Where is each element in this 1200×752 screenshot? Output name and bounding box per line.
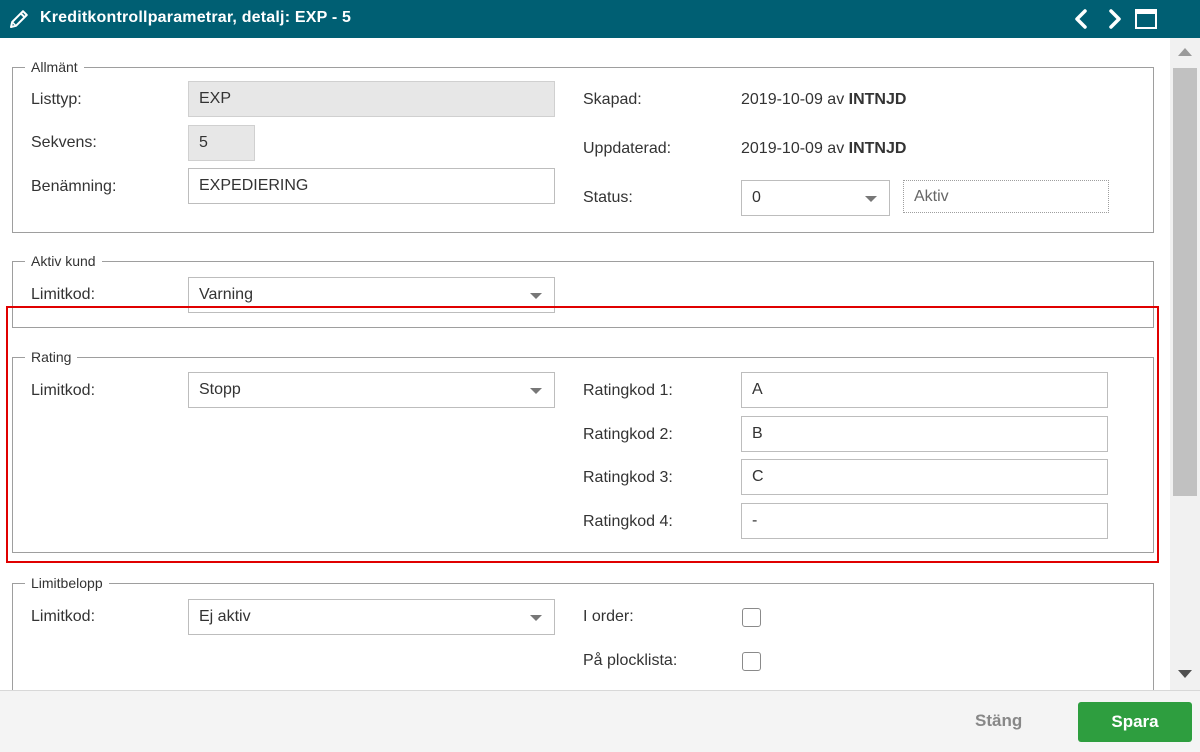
status-text-field: Aktiv: [903, 180, 1109, 213]
sekvens-field: 5: [188, 125, 255, 161]
benamning-input[interactable]: EXPEDIERING: [188, 168, 555, 204]
pencil-icon: [10, 10, 28, 28]
legend-limitbelopp: Limitbelopp: [25, 574, 109, 592]
listtyp-field: EXP: [188, 81, 555, 117]
close-button[interactable]: Stäng: [975, 711, 1022, 731]
i-order-label: I order:: [583, 608, 634, 625]
listtyp-label: Listtyp:: [31, 91, 82, 108]
status-select[interactable]: 0: [741, 180, 890, 216]
scroll-up-icon[interactable]: [1178, 48, 1192, 56]
uppdaterad-value: 2019-10-09 av INTNJD: [741, 140, 907, 157]
uppdaterad-label: Uppdaterad:: [583, 140, 672, 157]
chevron-down-icon: [530, 615, 542, 621]
skapad-label: Skapad:: [583, 91, 642, 108]
window-title: Kreditkontrollparametrar, detalj: EXP - …: [40, 9, 352, 26]
benamning-label: Benämning:: [31, 178, 117, 195]
chevron-right-icon[interactable]: [1101, 6, 1127, 32]
dialog-footer: Stäng Spara: [0, 690, 1200, 752]
legend-allmant: Allmänt: [25, 58, 84, 76]
limitbelopp-limitkod-value: Ej aktiv: [199, 608, 251, 625]
save-button[interactable]: Spara: [1078, 702, 1192, 742]
scroll-down-icon[interactable]: [1178, 670, 1192, 678]
plocklista-checkbox[interactable]: [742, 652, 761, 671]
chevron-left-icon[interactable]: [1069, 6, 1095, 32]
aktiv-kund-limitkod-label: Limitkod:: [31, 286, 96, 303]
i-order-checkbox[interactable]: [742, 608, 761, 627]
maximize-icon[interactable]: [1133, 6, 1159, 32]
skapad-value: 2019-10-09 av INTNJD: [741, 91, 907, 108]
vertical-scrollbar[interactable]: [1170, 38, 1200, 690]
status-value: 0: [752, 189, 761, 206]
chevron-down-icon: [865, 196, 877, 202]
fieldset-limitbelopp: Limitbelopp: [12, 574, 1154, 690]
rating-highlight-box: [6, 306, 1159, 563]
aktiv-kund-limitkod-value: Varning: [199, 286, 253, 303]
status-label: Status:: [583, 189, 633, 206]
title-bar: Kreditkontrollparametrar, detalj: EXP - …: [0, 0, 1200, 38]
plocklista-label: På plocklista:: [583, 652, 678, 669]
legend-aktiv-kund: Aktiv kund: [25, 252, 102, 270]
sekvens-label: Sekvens:: [31, 134, 97, 151]
chevron-down-icon: [530, 293, 542, 299]
limitbelopp-limitkod-label: Limitkod:: [31, 608, 96, 625]
scrollbar-thumb[interactable]: [1173, 68, 1197, 496]
limitbelopp-limitkod-select[interactable]: Ej aktiv: [188, 599, 555, 635]
